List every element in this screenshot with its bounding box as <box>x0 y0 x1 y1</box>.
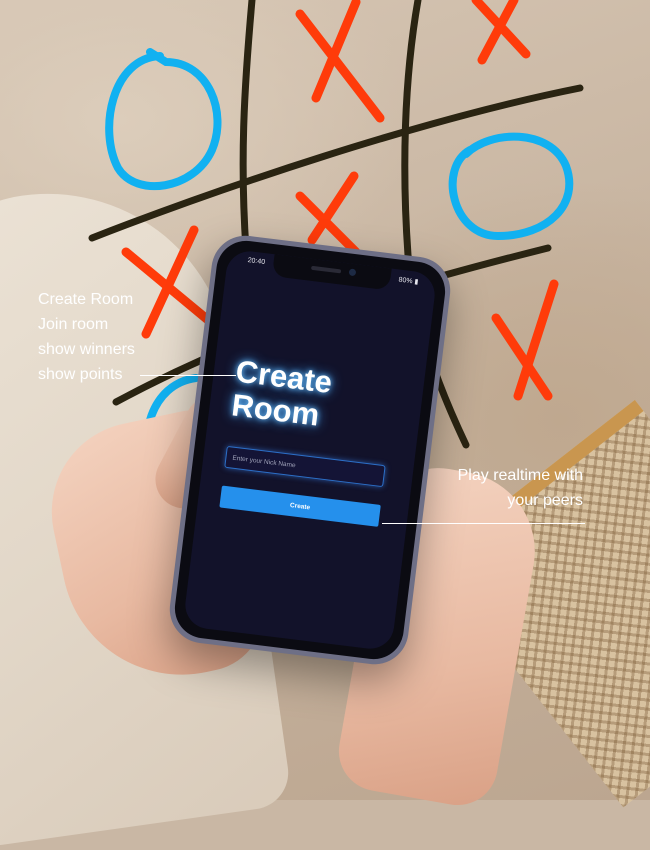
feature-item-create-room: Create Room <box>38 291 134 308</box>
feature-item-show-winners: show winners <box>38 341 135 358</box>
tagline-line-1: Play realtime with <box>457 467 583 484</box>
create-button[interactable]: Create <box>219 485 381 527</box>
status-bar-time: 20:40 <box>247 257 266 267</box>
x-mark-top-right <box>471 0 531 65</box>
battery-icon: ▮ <box>413 278 419 286</box>
front-camera-icon <box>348 268 357 277</box>
x-mark-bottom-right <box>491 279 559 401</box>
speaker-grille <box>310 265 342 274</box>
grid-line-horizontal-top <box>88 84 584 242</box>
phone-notch <box>271 254 392 291</box>
grid-line-vertical-left <box>239 0 256 254</box>
o-mark-top-left <box>105 48 222 191</box>
phone-screen: 20:40 80% ▮ Create Room Create <box>182 248 438 652</box>
phone-bezel: 20:40 80% ▮ Create Room Create <box>171 237 449 663</box>
smartphone: 20:40 80% ▮ Create Room Create <box>165 231 455 669</box>
tagline-callout-line <box>382 523 585 524</box>
status-bar-battery: 80% ▮ <box>398 276 419 286</box>
x-mark-middle-left <box>121 225 213 339</box>
o-mark-middle-right <box>448 132 574 241</box>
x-mark-middle-center <box>295 171 361 257</box>
feature-item-show-points: show points <box>38 366 123 383</box>
create-room-title: Create Room <box>229 353 335 433</box>
nick-name-input[interactable] <box>224 445 386 488</box>
battery-percent: 80% <box>398 276 413 286</box>
tagline-line-2: your peers <box>507 492 583 509</box>
x-mark-top-center <box>295 0 385 123</box>
feature-list: Create Room Join room show winners show … <box>38 287 135 387</box>
tagline: Play realtime with your peers <box>398 463 583 513</box>
feature-item-join-room: Join room <box>38 316 109 333</box>
feature-callout-line <box>140 375 236 376</box>
